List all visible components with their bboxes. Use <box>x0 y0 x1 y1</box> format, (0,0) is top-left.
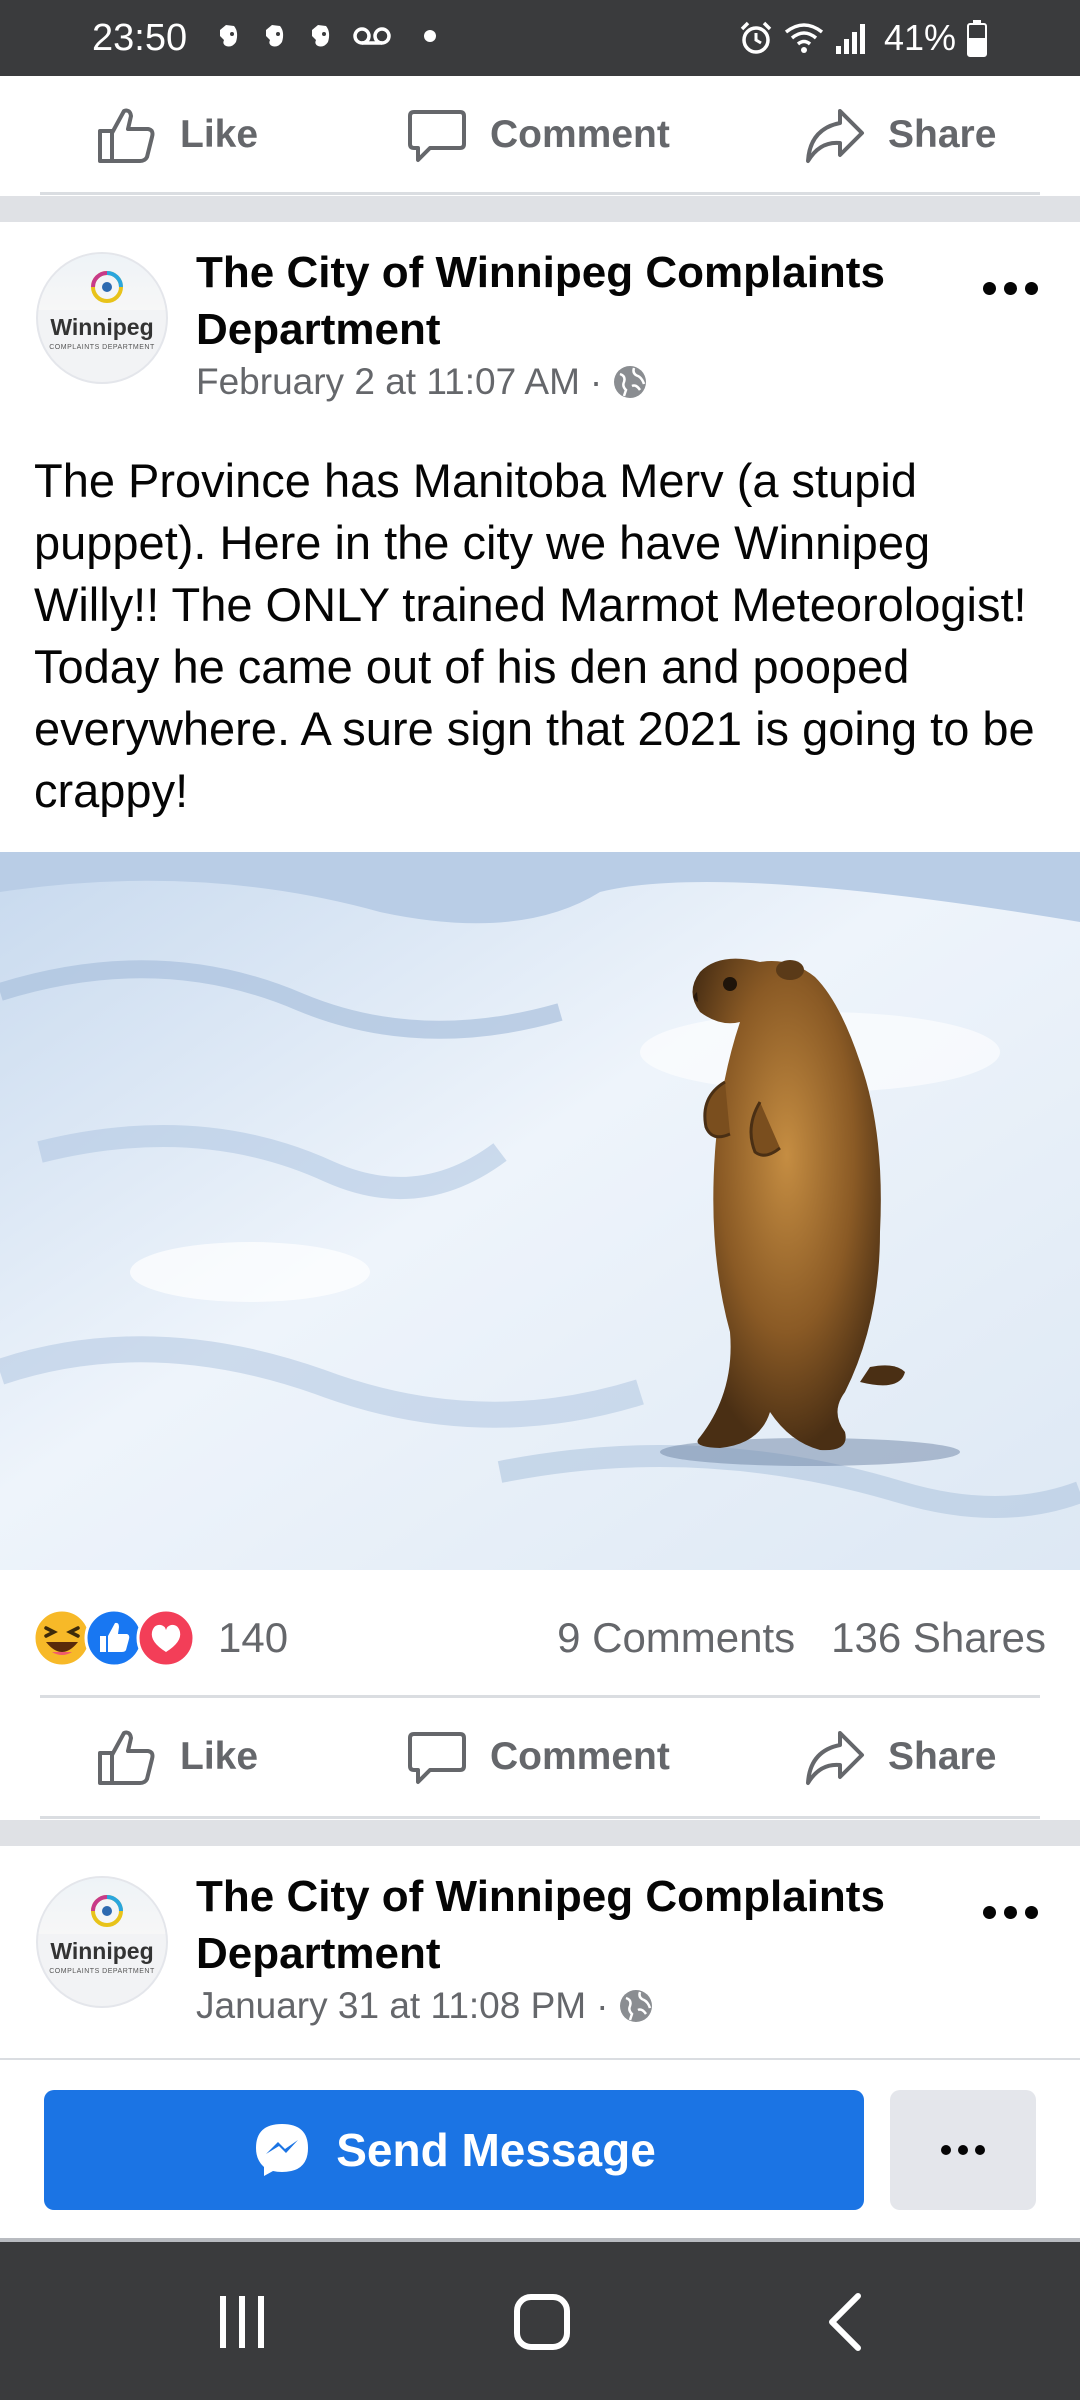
share-button[interactable]: Share <box>802 76 996 194</box>
battery-text: 41% <box>883 17 956 58</box>
comment-icon <box>408 1732 466 1784</box>
wifi-icon <box>784 23 824 53</box>
comment-label: Comment <box>490 1735 670 1778</box>
share-label: Share <box>888 1735 997 1778</box>
globe-icon <box>614 366 647 398</box>
reaction-count[interactable]: 140 <box>218 1608 288 1668</box>
comment-button[interactable]: Comment <box>406 1698 670 1816</box>
system-icons: 41% <box>738 14 988 62</box>
signal-icon <box>835 24 865 54</box>
evernote-icon <box>266 25 284 47</box>
avatar-sub: COMPLAINTS DEPARTMENT <box>49 344 155 351</box>
share-icon <box>806 1731 864 1785</box>
alarm-icon <box>740 21 772 54</box>
marmot-in-snow-image <box>0 852 1080 1570</box>
comment-icon <box>408 110 466 162</box>
share-label: Share <box>888 113 997 156</box>
thumbs-up-icon <box>98 108 155 163</box>
city-logo-icon <box>91 1895 123 1927</box>
battery-icon <box>967 20 987 57</box>
action-bar-post1: Like Comment Share <box>0 1698 1080 1816</box>
city-logo-icon <box>91 271 123 303</box>
status-time: 23:50 <box>92 17 188 59</box>
post-meta: February 2 at 11:07 AM · <box>196 360 648 404</box>
like-label: Like <box>180 1735 259 1778</box>
post-options-button[interactable] <box>983 1906 1038 1919</box>
like-icon <box>84 1608 144 1668</box>
system-nav-bar <box>0 2242 1080 2400</box>
post-options-button[interactable] <box>983 282 1038 295</box>
post-timestamp[interactable]: January 31 at 11:08 PM <box>196 1984 586 2028</box>
engagement-stats: 9 Comments 136 Shares <box>557 1608 1046 1668</box>
comment-button[interactable]: Comment <box>406 76 670 194</box>
send-message-button[interactable]: Send Message <box>44 2090 864 2210</box>
avatar[interactable]: Winnipeg COMPLAINTS DEPARTMENT <box>36 1876 168 2008</box>
divider <box>40 192 1040 195</box>
send-message-label: Send Message <box>336 2124 656 2176</box>
meta-separator: · <box>589 361 603 402</box>
post-header: Winnipeg COMPLAINTS DEPARTMENT The City … <box>0 222 1080 402</box>
love-icon <box>136 1608 196 1668</box>
messenger-icon <box>256 2124 309 2176</box>
shares-count[interactable]: 136 Shares <box>831 1608 1046 1668</box>
post-photo[interactable] <box>0 852 1080 1570</box>
status-bar: 23:50 41% <box>0 0 1080 76</box>
meta-separator: · <box>596 1985 609 2026</box>
dot-icon <box>424 30 436 42</box>
thumbs-up-icon <box>98 1730 155 1785</box>
like-button[interactable]: Like <box>94 76 258 194</box>
message-panel: Send Message <box>0 2058 1080 2238</box>
globe-icon <box>620 1990 653 2022</box>
like-label: Like <box>180 113 259 156</box>
evernote-icon <box>220 25 238 47</box>
reactions-row: 140 9 Comments 136 Shares <box>0 1584 1080 1688</box>
recent-apps-icon[interactable] <box>212 2292 272 2352</box>
page-name[interactable]: The City of Winnipeg Complaints Departme… <box>196 1868 936 1982</box>
comments-count[interactable]: 9 Comments <box>557 1608 795 1668</box>
share-button[interactable]: Share <box>802 1698 996 1816</box>
post-separator <box>0 196 1080 222</box>
notification-icons <box>214 22 436 50</box>
divider <box>40 1816 1040 1819</box>
home-icon[interactable] <box>512 2292 572 2352</box>
post-text: The Province has Manitoba Merv (a stupid… <box>34 454 1035 817</box>
avatar-sub: COMPLAINTS DEPARTMENT <box>49 1968 155 1975</box>
share-icon <box>806 109 864 163</box>
post-separator <box>0 1820 1080 1846</box>
comment-label: Comment <box>490 113 670 156</box>
like-button[interactable]: Like <box>94 1698 258 1816</box>
reaction-icons[interactable] <box>32 1608 202 1668</box>
haha-icon <box>32 1608 92 1668</box>
voicemail-icon <box>353 27 391 45</box>
avatar[interactable]: Winnipeg COMPLAINTS DEPARTMENT <box>36 252 168 384</box>
avatar-word: Winnipeg <box>50 314 154 340</box>
avatar-word: Winnipeg <box>50 1938 154 1964</box>
more-options-button[interactable] <box>890 2090 1036 2210</box>
post-timestamp[interactable]: February 2 at 11:07 AM <box>196 360 580 404</box>
post-header: Winnipeg COMPLAINTS DEPARTMENT The City … <box>0 1846 1080 2026</box>
evernote-icon <box>312 25 330 47</box>
back-icon[interactable] <box>818 2292 878 2352</box>
action-bar-top: Like Comment Share <box>0 76 1080 194</box>
post-meta: January 31 at 11:08 PM · <box>196 1984 654 2028</box>
page-name[interactable]: The City of Winnipeg Complaints Departme… <box>196 244 936 358</box>
